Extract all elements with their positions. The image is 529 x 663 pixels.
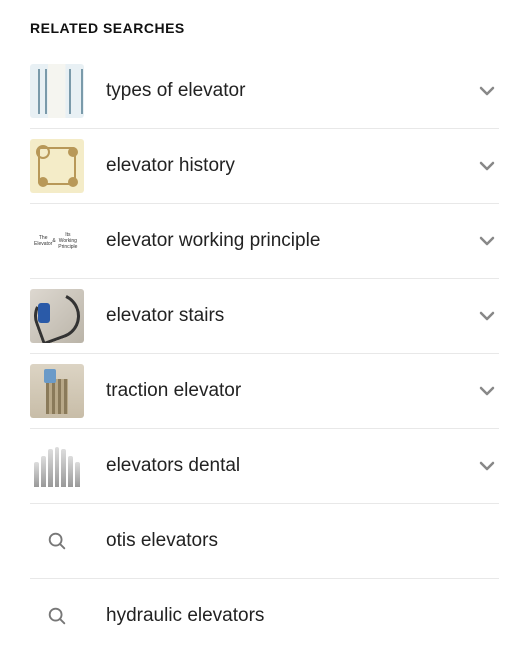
related-search-label: elevator stairs <box>84 305 475 327</box>
thumbnail-image <box>30 139 84 193</box>
thumbnail-image <box>30 64 84 118</box>
related-search-item[interactable]: elevator stairs <box>30 279 499 354</box>
related-search-label: elevator working principle <box>84 230 475 252</box>
related-search-label: traction elevator <box>84 380 475 402</box>
chevron-down-icon <box>475 379 499 403</box>
chevron-down-icon <box>475 229 499 253</box>
chevron-down-icon <box>475 79 499 103</box>
related-search-item[interactable]: types of elevator <box>30 54 499 129</box>
thumbnail-image <box>30 364 84 418</box>
related-searches-list: types of elevator elevator history The E… <box>30 54 499 653</box>
related-searches-heading: RELATED SEARCHES <box>30 20 499 36</box>
related-search-label: types of elevator <box>84 80 475 102</box>
chevron-down-icon <box>475 454 499 478</box>
related-search-label: elevator history <box>84 155 475 177</box>
related-search-item[interactable]: The Elevator & Its Working Principle ele… <box>30 204 499 279</box>
related-search-item[interactable]: hydraulic elevators <box>30 579 499 653</box>
related-search-item[interactable]: otis elevators <box>30 504 499 579</box>
related-search-item[interactable]: traction elevator <box>30 354 499 429</box>
related-search-label: elevators dental <box>84 455 475 477</box>
related-search-label: otis elevators <box>84 530 499 552</box>
related-search-label: hydraulic elevators <box>84 605 499 627</box>
related-search-item[interactable]: elevator history <box>30 129 499 204</box>
thumbnail-image <box>30 439 84 493</box>
chevron-down-icon <box>475 304 499 328</box>
chevron-down-icon <box>475 154 499 178</box>
search-icon <box>30 589 84 643</box>
thumbnail-image <box>30 289 84 343</box>
thumbnail-image: The Elevator & Its Working Principle <box>30 214 84 268</box>
related-search-item[interactable]: elevators dental <box>30 429 499 504</box>
search-icon <box>30 514 84 568</box>
